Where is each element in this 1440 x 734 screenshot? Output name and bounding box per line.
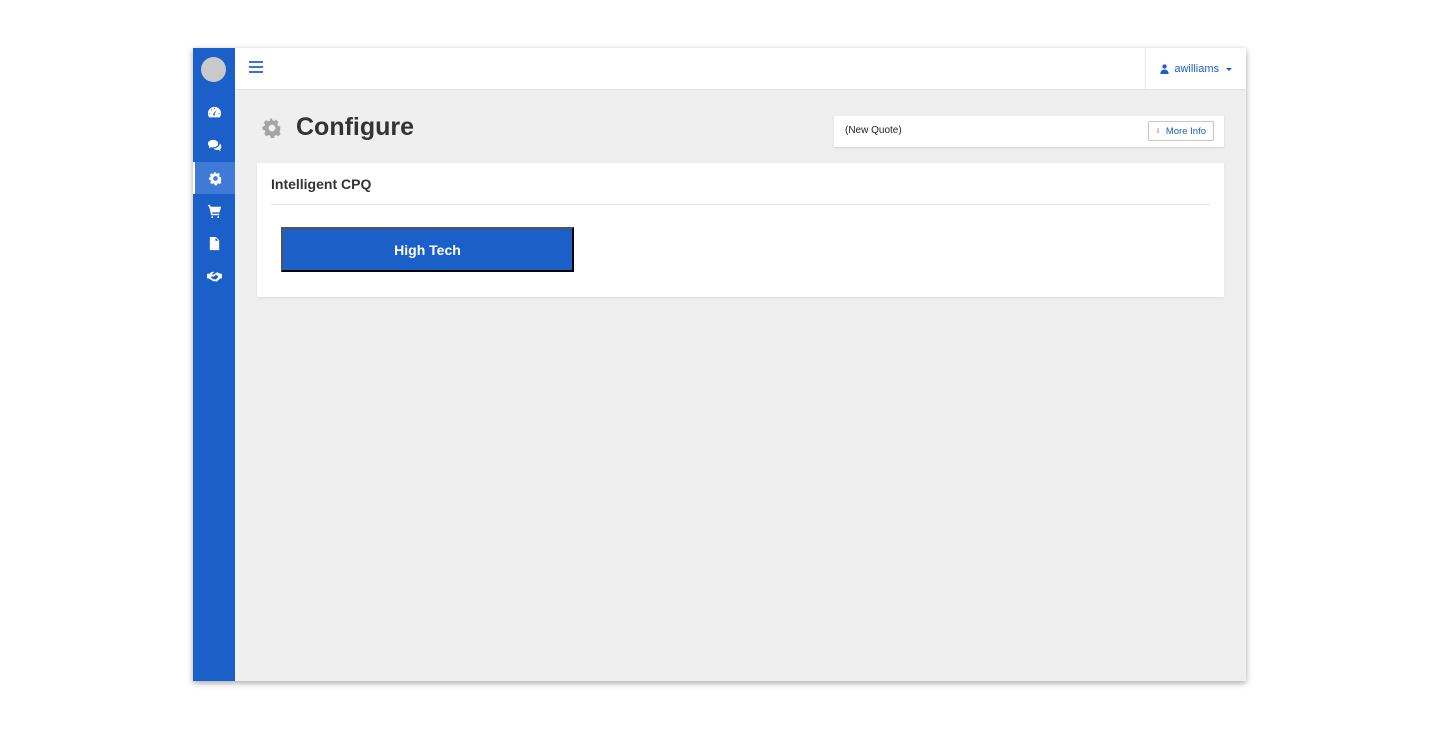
- handshake-icon: [206, 271, 222, 281]
- sidebar-item-dashboard[interactable]: [193, 96, 235, 128]
- more-info-button[interactable]: ⇓ More Info: [1147, 121, 1214, 141]
- sidebar-item-configure[interactable]: [193, 162, 235, 194]
- cpq-panel: Intelligent CPQ High Tech: [257, 163, 1224, 297]
- chevron-down-icon: [1226, 67, 1232, 71]
- gear-icon: [208, 171, 221, 185]
- hamburger-icon[interactable]: [249, 61, 263, 75]
- sidebar-item-documents[interactable]: [193, 227, 235, 259]
- page-title: Configure: [296, 113, 415, 141]
- sidebar: [193, 48, 235, 681]
- cart-icon: [207, 204, 221, 218]
- user-icon: [1160, 64, 1170, 74]
- sidebar-item-partners[interactable]: [193, 260, 235, 292]
- sidebar-item-comments[interactable]: [193, 129, 235, 161]
- quote-info-box: (New Quote) ⇓ More Info: [834, 116, 1224, 147]
- app-window: awilliams Configure (New Quote) ⇓ More I…: [193, 48, 1246, 681]
- double-chevron-down-icon: ⇓: [1154, 127, 1161, 135]
- user-menu[interactable]: awilliams: [1145, 48, 1246, 90]
- high-tech-button[interactable]: High Tech: [281, 227, 574, 272]
- avatar[interactable]: [201, 57, 226, 82]
- document-icon: [209, 236, 219, 250]
- top-bar: awilliams: [235, 48, 1246, 90]
- sidebar-item-cart[interactable]: [193, 194, 235, 226]
- gear-icon: [262, 117, 281, 138]
- page-header: Configure: [261, 113, 414, 142]
- panel-title: Intelligent CPQ: [271, 176, 372, 192]
- user-name: awilliams: [1174, 63, 1219, 75]
- quote-name: (New Quote): [845, 125, 902, 136]
- more-info-label: More Info: [1165, 125, 1206, 137]
- divider: [271, 204, 1210, 205]
- dashboard-icon: [207, 106, 221, 117]
- comments-icon: [207, 139, 221, 151]
